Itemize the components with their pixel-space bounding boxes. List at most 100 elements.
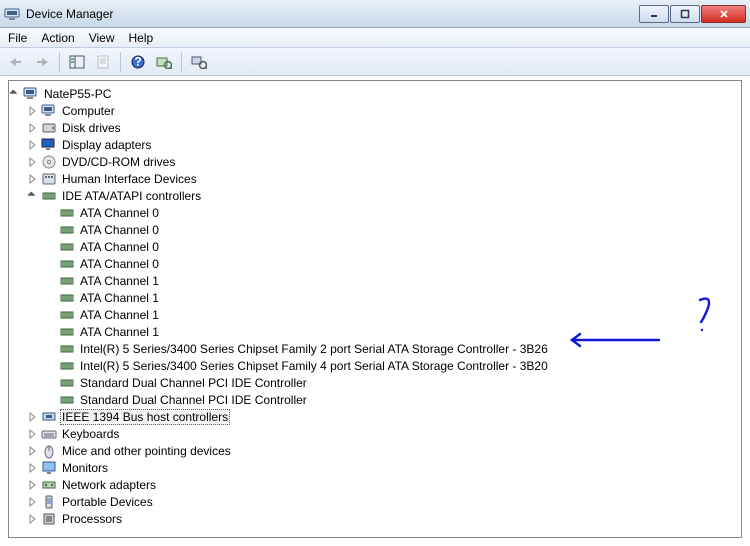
expand-icon — [45, 309, 57, 321]
tree-item[interactable]: Computer — [9, 103, 741, 120]
expand-icon[interactable] — [27, 156, 39, 168]
tree-item-label: Display adapters — [60, 138, 153, 152]
maximize-button[interactable] — [670, 5, 700, 23]
tree-item[interactable]: Monitors — [9, 460, 741, 477]
menu-action[interactable]: Action — [41, 31, 74, 45]
computer-icon — [23, 86, 39, 102]
tree-item-label: Mice and other pointing devices — [60, 444, 233, 458]
tree-item[interactable]: IDE ATA/ATAPI controllers — [9, 188, 741, 205]
hid-icon — [41, 171, 57, 187]
forward-button[interactable] — [30, 51, 54, 73]
expand-icon[interactable] — [27, 445, 39, 457]
device-tree-pane[interactable]: NateP55-PC Computer Disk drivesDisplay ada… — [8, 80, 742, 538]
tree-item-label: ATA Channel 1 — [78, 291, 161, 305]
device-tree: NateP55-PC Computer Disk drivesDisplay ada… — [9, 83, 741, 528]
ieee1394-icon — [41, 409, 57, 425]
tree-item-label: Intel(R) 5 Series/3400 Series Chipset Fa… — [78, 359, 550, 373]
expand-icon — [45, 258, 57, 270]
tree-item[interactable]: Network adapters — [9, 477, 741, 494]
view-devices-button[interactable] — [187, 51, 211, 73]
collapse-icon[interactable] — [27, 190, 39, 202]
network-icon — [41, 477, 57, 493]
tree-item-label: Network adapters — [60, 478, 158, 492]
tree-item[interactable]: Keyboards — [9, 426, 741, 443]
tree-item[interactable]: ATA Channel 0 — [9, 205, 741, 222]
ide-icon — [59, 205, 75, 221]
ide-icon — [59, 239, 75, 255]
expand-icon — [45, 326, 57, 338]
tree-item[interactable]: Intel(R) 5 Series/3400 Series Chipset Fa… — [9, 341, 741, 358]
tree-item-label: DVD/CD-ROM drives — [60, 155, 177, 169]
tree-item[interactable]: DVD/CD-ROM drives — [9, 154, 741, 171]
tree-item[interactable]: Mice and other pointing devices — [9, 443, 741, 460]
close-button[interactable] — [701, 5, 746, 23]
expand-icon[interactable] — [27, 428, 39, 440]
tree-item[interactable]: Display adapters — [9, 137, 741, 154]
dvd-icon — [41, 154, 57, 170]
tree-item[interactable]: Portable Devices — [9, 494, 741, 511]
tree-item-label: ATA Channel 1 — [78, 308, 161, 322]
tree-item[interactable]: NateP55-PC — [9, 86, 741, 103]
ide-icon — [59, 273, 75, 289]
mouse-icon — [41, 443, 57, 459]
expand-icon — [45, 275, 57, 287]
app-icon — [4, 6, 20, 22]
scan-hardware-button[interactable] — [152, 51, 176, 73]
expand-icon[interactable] — [27, 479, 39, 491]
minimize-button[interactable] — [639, 5, 669, 23]
window-title: Device Manager — [26, 7, 638, 21]
tree-item-label: ATA Channel 0 — [78, 240, 161, 254]
keyboard-icon — [41, 426, 57, 442]
expand-icon[interactable] — [27, 462, 39, 474]
tree-item-label: ATA Channel 1 — [78, 274, 161, 288]
tree-item-label: Processors — [60, 512, 124, 526]
expand-icon[interactable] — [27, 122, 39, 134]
tree-item[interactable]: Intel(R) 5 Series/3400 Series Chipset Fa… — [9, 358, 741, 375]
expand-icon[interactable] — [27, 496, 39, 508]
tree-item[interactable]: Standard Dual Channel PCI IDE Controller — [9, 392, 741, 409]
show-hide-tree-button[interactable] — [65, 51, 89, 73]
tree-item[interactable]: ATA Channel 1 — [9, 290, 741, 307]
monitor-icon — [41, 460, 57, 476]
menu-file[interactable]: File — [8, 31, 27, 45]
properties-button[interactable] — [91, 51, 115, 73]
expand-icon[interactable] — [27, 105, 39, 117]
menu-bar: File Action View Help — [0, 28, 750, 48]
expand-icon — [45, 207, 57, 219]
tree-item[interactable]: IEEE 1394 Bus host controllers — [9, 409, 741, 426]
ide-icon — [59, 358, 75, 374]
display-icon — [41, 137, 57, 153]
tree-item[interactable]: Standard Dual Channel PCI IDE Controller — [9, 375, 741, 392]
expand-icon[interactable] — [27, 173, 39, 185]
tree-item[interactable]: Processors — [9, 511, 741, 528]
menu-view[interactable]: View — [89, 31, 115, 45]
processor-icon — [41, 511, 57, 527]
tree-item[interactable]: ATA Channel 1 — [9, 307, 741, 324]
back-button[interactable] — [4, 51, 28, 73]
expand-icon — [45, 394, 57, 406]
disk-icon — [41, 120, 57, 136]
tree-item[interactable]: ATA Channel 0 — [9, 256, 741, 273]
ide-icon — [59, 222, 75, 238]
tree-item-label: Computer — [60, 104, 117, 118]
tree-item[interactable]: Human Interface Devices — [9, 171, 741, 188]
tree-item-label: ATA Channel 0 — [78, 206, 161, 220]
expand-icon — [45, 241, 57, 253]
collapse-icon[interactable] — [9, 88, 21, 100]
expand-icon[interactable] — [27, 411, 39, 423]
tree-item-label: NateP55-PC — [42, 87, 113, 101]
tree-item[interactable]: ATA Channel 1 — [9, 273, 741, 290]
ide-icon — [59, 307, 75, 323]
title-bar: Device Manager — [0, 0, 750, 28]
expand-icon[interactable] — [27, 139, 39, 151]
tree-item[interactable]: ATA Channel 1 — [9, 324, 741, 341]
tree-item-label: IEEE 1394 Bus host controllers — [60, 409, 230, 425]
tree-item[interactable]: Disk drives — [9, 120, 741, 137]
ide-icon — [59, 256, 75, 272]
tree-item[interactable]: ATA Channel 0 — [9, 222, 741, 239]
help-button[interactable]: ? — [126, 51, 150, 73]
expand-icon[interactable] — [27, 513, 39, 525]
tree-item[interactable]: ATA Channel 0 — [9, 239, 741, 256]
toolbar-separator — [59, 52, 60, 72]
menu-help[interactable]: Help — [129, 31, 154, 45]
